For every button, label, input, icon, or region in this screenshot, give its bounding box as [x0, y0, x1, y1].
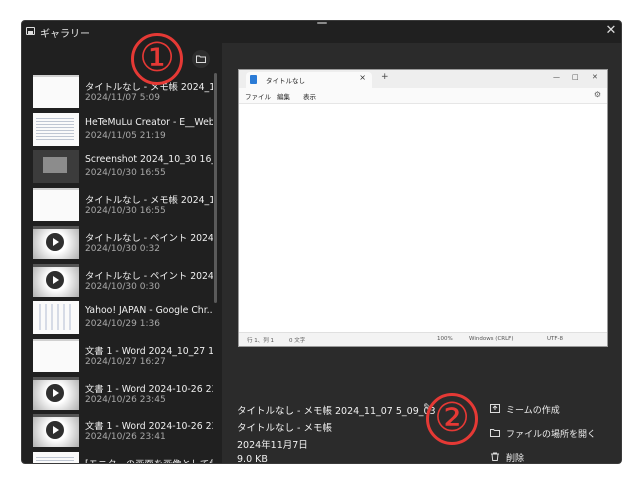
- notepad-tab: タイトルなし ×: [246, 72, 372, 88]
- file-date: 2024年11月7日: [237, 440, 308, 451]
- gallery-item[interactable]: 文書 1 - Word 2024_10_27 16...2024/10/27 1…: [33, 339, 213, 375]
- folder-icon: [490, 429, 500, 437]
- notepad-icon: [250, 75, 257, 84]
- gallery-item[interactable]: タイトルなし - ペイント 2024-10-...2024/10/30 0:32: [33, 226, 213, 262]
- create-meme-label: ミームの作成: [506, 406, 560, 416]
- preview-image: タイトルなし × + — □ ✕ ファイル 編集 表示 ⚙ 行 1、列 1 0 …: [238, 69, 608, 347]
- notepad-tab-label: タイトルなし: [266, 77, 305, 85]
- notepad-menu-edit: 編集: [277, 93, 290, 101]
- open-file-location-label: ファイルの場所を開く: [506, 430, 597, 440]
- gallery-item-title: 文書 1 - Word 2024-10-26 23...: [85, 421, 213, 432]
- thumbnail: [33, 188, 79, 221]
- window-title: ギャラリー: [40, 29, 90, 40]
- gallery-item-date: 2024/10/30 0:32: [85, 244, 160, 254]
- gallery-item-title: 文書 1 - Word 2024-10-26 23...: [85, 384, 213, 395]
- gallery-item[interactable]: [モニターの画面を画像として保...: [33, 452, 213, 463]
- gallery-item-title: 文書 1 - Word 2024_10_27 16...: [85, 346, 213, 357]
- thumbnail: [33, 226, 79, 259]
- gallery-item-date: 2024/10/29 1:36: [85, 319, 160, 329]
- gallery-item-title: HeTeMuLu Creator - E__Web...: [85, 117, 213, 128]
- gallery-item[interactable]: HeTeMuLu Creator - E__Web... 2024/11/05 2…: [33, 113, 213, 149]
- meme-icon: [490, 404, 500, 413]
- notepad-status-zoom: 100%: [437, 336, 453, 342]
- gallery-icon: [26, 27, 35, 35]
- open-folder-button[interactable]: [192, 50, 210, 68]
- gallery-item-date: 2024/10/30 0:30: [85, 282, 160, 292]
- open-file-location-button[interactable]: ファイルの場所を開く: [490, 426, 620, 442]
- preview-pane: タイトルなし × + — □ ✕ ファイル 編集 表示 ⚙ 行 1、列 1 0 …: [222, 43, 621, 464]
- delete-button[interactable]: 削除: [490, 450, 620, 464]
- notepad-status-eol: Windows (CRLF): [469, 336, 514, 342]
- play-icon: [46, 421, 64, 439]
- play-icon: [46, 233, 64, 251]
- gallery-item-title: タイトルなし - ペイント 2024-10-...: [85, 271, 213, 282]
- gallery-item-date: 2024/11/05 21:19: [85, 131, 166, 141]
- gallery-item[interactable]: Screenshot 2024_10_30 16_55_... 2024/10/3…: [33, 150, 213, 186]
- gallery-item[interactable]: タイトルなし - ペイント 2024-10-...2024/10/30 0:30: [33, 264, 213, 300]
- gallery-item-title: Yahoo! JAPAN - Google Chr...: [85, 305, 213, 316]
- gallery-item-date: 2024/10/30 16:55: [85, 168, 166, 178]
- gallery-item-title: [モニターの画面を画像として保...: [85, 456, 213, 463]
- title-bar[interactable]: ギャラリー ✕: [22, 21, 621, 43]
- screenshot-frame: ギャラリー ✕ タイトルなし - メモ帳 2024_11_07 5_09_032…: [0, 0, 640, 490]
- trash-icon: [491, 452, 499, 461]
- notepad-minimize: —: [553, 73, 560, 81]
- notepad-close: ✕: [592, 73, 598, 81]
- play-icon: [46, 271, 64, 289]
- annotation-two: ②: [426, 393, 478, 445]
- gallery-item-date: 2024/10/26 23:45: [85, 395, 166, 405]
- thumbnail: [33, 377, 79, 410]
- gallery-item-date: 2024/10/27 16:27: [85, 357, 166, 367]
- gallery-item-date: 2024/10/26 23:41: [85, 432, 166, 442]
- gallery-item-title: タイトルなし - ペイント 2024-10-...: [85, 233, 213, 244]
- close-button[interactable]: ✕: [603, 23, 619, 39]
- notepad-tab-close: ×: [359, 73, 366, 82]
- notepad-menu-file: ファイル: [245, 93, 271, 101]
- gallery-item[interactable]: タイトルなし - メモ帳 2024_11_07 5_09_032024/11/0…: [33, 75, 213, 111]
- gallery-list: タイトルなし - メモ帳 2024_11_07 5_09_032024/11/0…: [22, 73, 214, 463]
- folder-icon: [196, 55, 206, 63]
- file-size: 9.0 KB: [237, 454, 268, 464]
- thumbnail: [33, 264, 79, 297]
- notepad-status-chars: 0 文字: [289, 338, 306, 344]
- create-meme-button[interactable]: ミームの作成: [490, 402, 620, 418]
- notepad-menu-view: 表示: [303, 93, 316, 101]
- gallery-item-date: 2024/11/07 5:09: [85, 93, 160, 103]
- thumbnail: [33, 414, 79, 447]
- gallery-window: ギャラリー ✕ タイトルなし - メモ帳 2024_11_07 5_09_032…: [21, 20, 622, 464]
- gallery-item-date: 2024/10/30 16:55: [85, 206, 166, 216]
- thumbnail: [33, 339, 79, 372]
- notepad-tabbar: タイトルなし × + — □ ✕: [239, 70, 607, 88]
- window-title-detail: タイトルなし - メモ帳: [237, 423, 332, 434]
- gallery-item[interactable]: タイトルなし - メモ帳 2024_10_30...2024/10/30 16:…: [33, 188, 213, 224]
- annotation-one: ①: [131, 33, 183, 85]
- thumbnail: [33, 301, 79, 334]
- file-name: タイトルなし - メモ帳 2024_11_07 5_09_03: [237, 406, 436, 417]
- notepad-status-position: 行 1、列 1: [247, 338, 274, 344]
- notepad-maximize: □: [572, 73, 579, 81]
- notepad-menubar: ファイル 編集 表示 ⚙: [239, 88, 607, 104]
- notepad-status-encoding: UTF-8: [547, 336, 564, 342]
- notepad-gear-icon: ⚙: [593, 90, 601, 99]
- gallery-item[interactable]: Yahoo! JAPAN - Google Chr... 2024/10/29 1…: [33, 301, 213, 337]
- gallery-scrollbar[interactable]: [214, 73, 217, 303]
- thumbnail: [33, 150, 79, 183]
- gallery-item[interactable]: 文書 1 - Word 2024-10-26 23... 2024/10/26 2…: [33, 377, 213, 413]
- gallery-item-title: Screenshot 2024_10_30 16_55_...: [85, 154, 213, 165]
- thumbnail: [33, 113, 79, 146]
- notepad-new-tab: +: [381, 72, 389, 82]
- notepad-statusbar: 行 1、列 1 0 文字 100% Windows (CRLF) UTF-8: [239, 332, 607, 346]
- gallery-item-title: タイトルなし - メモ帳 2024_10_30...: [85, 195, 213, 206]
- thumbnail: [33, 75, 79, 108]
- play-icon: [46, 384, 64, 402]
- gallery-item[interactable]: 文書 1 - Word 2024-10-26 23... 2024/10/26 2…: [33, 414, 213, 450]
- thumbnail: [33, 452, 79, 463]
- delete-label: 削除: [506, 454, 525, 464]
